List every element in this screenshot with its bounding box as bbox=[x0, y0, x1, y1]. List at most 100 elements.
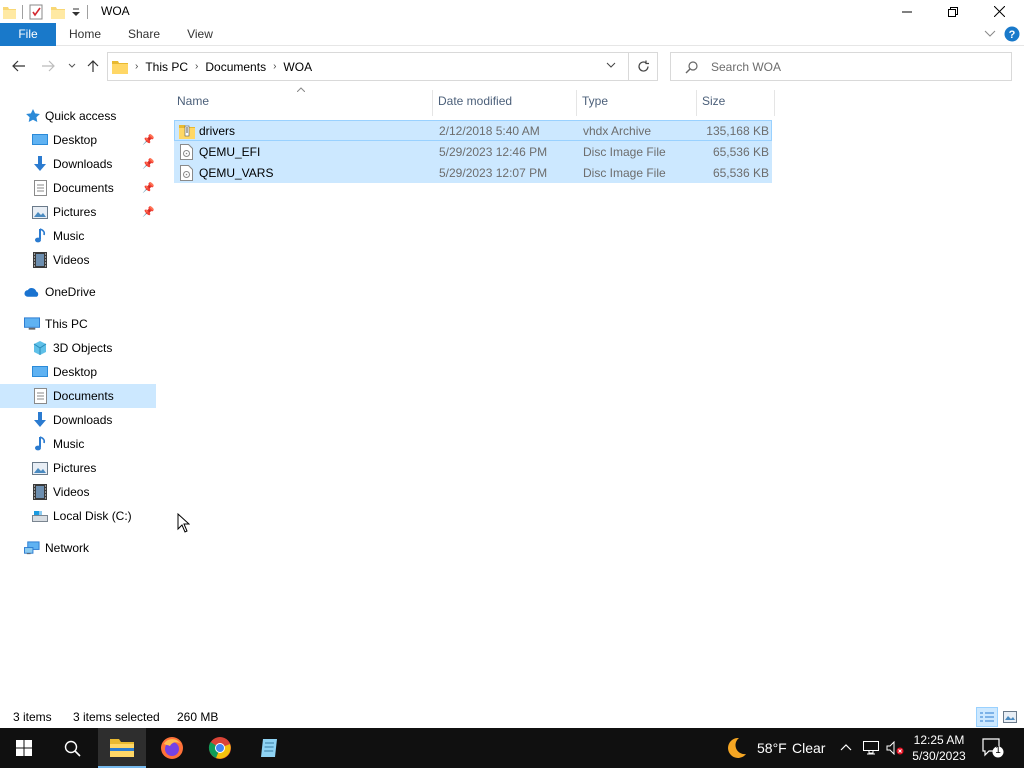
restore-button[interactable] bbox=[930, 0, 976, 23]
large-icons-view-button[interactable] bbox=[999, 707, 1021, 727]
details-view-button[interactable] bbox=[976, 707, 998, 727]
nav-quick-desktop[interactable]: Desktop 📌 bbox=[0, 128, 156, 152]
column-divider[interactable] bbox=[432, 90, 433, 116]
breadcrumb-documents[interactable]: Documents bbox=[201, 60, 270, 74]
nav-label: Local Disk (C:) bbox=[53, 509, 132, 523]
notification-count: 1 bbox=[995, 745, 1001, 756]
nav-quick-access[interactable]: Quick access bbox=[0, 104, 156, 128]
quick-access-toolbar bbox=[0, 0, 94, 23]
desktop-icon bbox=[32, 132, 48, 148]
breadcrumb-separator-icon[interactable]: › bbox=[192, 61, 201, 72]
tab-home[interactable]: Home bbox=[62, 23, 108, 46]
nav-network[interactable]: Network bbox=[0, 536, 156, 560]
file-type: Disc Image File bbox=[583, 145, 666, 159]
breadcrumb-separator-icon[interactable]: › bbox=[270, 61, 279, 72]
column-header-name[interactable]: Name bbox=[177, 94, 209, 108]
back-button[interactable] bbox=[9, 56, 29, 76]
address-bar[interactable]: › This PC › Documents › WOA bbox=[107, 52, 658, 81]
nav-pc-downloads[interactable]: Downloads bbox=[0, 408, 156, 432]
folder-icon bbox=[112, 60, 128, 74]
weather-temperature[interactable]: 58°F bbox=[757, 740, 787, 756]
file-row[interactable]: QEMU_VARS 5/29/2023 12:07 PM Disc Image … bbox=[174, 162, 772, 183]
column-divider[interactable] bbox=[576, 90, 577, 116]
breadcrumb-separator-icon[interactable]: › bbox=[132, 61, 141, 72]
nav-pc-documents[interactable]: Documents bbox=[0, 384, 156, 408]
pin-icon[interactable]: 📌 bbox=[142, 159, 154, 170]
nav-label: Videos bbox=[53, 253, 90, 267]
close-button[interactable] bbox=[976, 0, 1022, 23]
refresh-button[interactable] bbox=[628, 52, 658, 81]
chrome-icon[interactable] bbox=[196, 728, 244, 768]
archive-icon bbox=[179, 123, 195, 139]
notepad-icon[interactable] bbox=[246, 728, 294, 768]
pin-icon[interactable]: 📌 bbox=[142, 207, 154, 218]
column-header-type[interactable]: Type bbox=[582, 94, 608, 108]
search-input[interactable]: Search WOA bbox=[711, 60, 781, 74]
nav-label: Music bbox=[53, 437, 85, 451]
tab-share[interactable]: Share bbox=[122, 23, 166, 46]
column-header-size[interactable]: Size bbox=[702, 94, 725, 108]
file-type: vhdx Archive bbox=[583, 124, 652, 138]
file-row[interactable]: QEMU_EFI 5/29/2023 12:46 PM Disc Image F… bbox=[174, 141, 772, 162]
volume-muted-icon[interactable] bbox=[886, 741, 904, 755]
nav-pc-pictures[interactable]: Pictures bbox=[0, 456, 156, 480]
network-status-icon[interactable] bbox=[863, 741, 879, 755]
file-list[interactable]: Name Date modified Type Size drivers 2/1… bbox=[160, 87, 1024, 707]
firefox-icon[interactable] bbox=[148, 728, 196, 768]
column-header-date-modified[interactable]: Date modified bbox=[438, 94, 512, 108]
nav-this-pc[interactable]: This PC bbox=[0, 312, 156, 336]
search-box[interactable]: Search WOA bbox=[670, 52, 1012, 81]
nav-quick-access-label: Quick access bbox=[45, 109, 117, 123]
pin-icon[interactable]: 📌 bbox=[142, 183, 154, 194]
file-name[interactable]: QEMU_VARS bbox=[199, 166, 273, 180]
address-dropdown-icon[interactable] bbox=[606, 62, 616, 69]
nav-onedrive[interactable]: OneDrive bbox=[0, 280, 156, 304]
nav-quick-pictures[interactable]: Pictures 📌 bbox=[0, 200, 156, 224]
clock[interactable]: 12:25 AM 5/30/2023 bbox=[904, 732, 974, 764]
window-title: WOA bbox=[101, 4, 130, 18]
nav-quick-downloads[interactable]: Downloads 📌 bbox=[0, 152, 156, 176]
nav-pc-local-disk[interactable]: Local Disk (C:) bbox=[0, 504, 156, 528]
status-bar: 3 items 3 items selected 260 MB bbox=[0, 707, 1024, 728]
breadcrumb-woa[interactable]: WOA bbox=[279, 60, 316, 74]
search-button[interactable] bbox=[48, 728, 96, 768]
pin-icon[interactable]: 📌 bbox=[142, 135, 154, 146]
documents-icon bbox=[32, 388, 48, 404]
chevron-up-icon[interactable] bbox=[840, 743, 852, 751]
nav-pc-desktop[interactable]: Desktop bbox=[0, 360, 156, 384]
nav-quick-videos[interactable]: Videos bbox=[0, 248, 156, 272]
breadcrumb-this-pc[interactable]: This PC bbox=[141, 60, 192, 74]
expand-ribbon-icon[interactable] bbox=[984, 30, 996, 38]
weather-condition[interactable]: Clear bbox=[792, 740, 825, 756]
file-name[interactable]: QEMU_EFI bbox=[199, 145, 260, 159]
new-folder-icon[interactable] bbox=[51, 5, 65, 19]
file-name[interactable]: drivers bbox=[199, 124, 235, 138]
help-icon[interactable]: ? bbox=[1004, 26, 1020, 42]
file-date: 2/12/2018 5:40 AM bbox=[439, 124, 540, 138]
customize-toolbar-icon[interactable] bbox=[71, 7, 81, 17]
3d-objects-icon bbox=[32, 340, 48, 356]
nav-label: Documents bbox=[53, 389, 114, 403]
start-button[interactable] bbox=[0, 728, 48, 768]
nav-quick-documents[interactable]: Documents 📌 bbox=[0, 176, 156, 200]
up-button[interactable] bbox=[83, 56, 103, 76]
nav-pc-music[interactable]: Music bbox=[0, 432, 156, 456]
file-row[interactable]: drivers 2/12/2018 5:40 AM vhdx Archive 1… bbox=[174, 120, 772, 141]
properties-icon[interactable] bbox=[29, 4, 43, 20]
tab-file[interactable]: File bbox=[0, 23, 56, 46]
minimize-button[interactable] bbox=[884, 0, 930, 23]
drive-icon bbox=[32, 508, 48, 524]
tab-view[interactable]: View bbox=[180, 23, 220, 46]
recent-locations-button[interactable] bbox=[62, 56, 82, 76]
file-size: 135,168 KB bbox=[706, 124, 769, 138]
column-divider[interactable] bbox=[774, 90, 775, 116]
nav-label: Music bbox=[53, 229, 85, 243]
file-explorer-taskbar-icon[interactable] bbox=[98, 728, 146, 768]
weather-moon-icon[interactable] bbox=[724, 736, 748, 760]
nav-pc-videos[interactable]: Videos bbox=[0, 480, 156, 504]
forward-button[interactable] bbox=[38, 56, 58, 76]
column-divider[interactable] bbox=[696, 90, 697, 116]
nav-quick-music[interactable]: Music bbox=[0, 224, 156, 248]
nav-pc-3d-objects[interactable]: 3D Objects bbox=[0, 336, 156, 360]
nav-label: Documents bbox=[53, 181, 114, 195]
